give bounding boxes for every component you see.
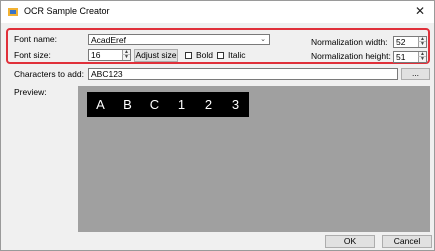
window-title: OCR Sample Creator [24,6,110,16]
font-name-value: AcadEref [91,35,126,45]
spin-down-icon[interactable]: ▼ [418,42,426,47]
close-icon[interactable]: ✕ [415,4,425,18]
characters-value: ABC123 [91,69,123,79]
characters-input[interactable]: ABC123 [88,68,398,80]
font-size-stepper[interactable]: 16 ▲ ▼ [88,49,131,61]
preview-char: 2 [204,97,213,112]
normalization-width-stepper[interactable]: 52 ▲ ▼ [393,36,427,48]
font-name-label: Font name: [14,34,57,44]
bold-label: Bold [196,50,214,60]
normalization-height-label: Normalization height: [311,51,391,61]
font-size-value: 16 [91,50,101,60]
chevron-down-icon[interactable]: ⌄ [260,35,266,45]
normalization-width-label: Normalization width: [311,37,388,47]
characters-label: Characters to add: [14,69,84,79]
preview-panel: A B C 1 2 3 [78,86,430,232]
browse-button[interactable]: ... [401,68,430,80]
italic-checkbox[interactable] [217,52,224,59]
font-size-label: Font size: [14,50,51,60]
bold-checkbox[interactable] [185,52,192,59]
preview-strip: A B C 1 2 3 [87,92,249,117]
app-window: OCR Sample Creator ✕ Font name: AcadEref… [0,0,435,251]
preview-char: 1 [177,97,186,112]
ok-button[interactable]: OK [325,235,375,248]
preview-char: 3 [231,97,240,112]
preview-label: Preview: [14,87,47,97]
spin-down-icon[interactable]: ▼ [418,57,426,62]
preview-char: B [123,97,132,112]
normalization-height-value: 51 [396,52,406,62]
app-icon [8,8,18,16]
cancel-button[interactable]: Cancel [382,235,432,248]
font-name-select[interactable]: AcadEref ⌄ [88,34,270,45]
preview-char: A [96,97,105,112]
normalization-height-stepper[interactable]: 51 ▲ ▼ [393,51,427,63]
spin-down-icon[interactable]: ▼ [122,55,130,60]
title-bar: OCR Sample Creator ✕ [1,1,434,23]
adjust-size-button[interactable]: Adjust size [134,49,178,62]
preview-char: C [149,97,160,112]
normalization-width-value: 52 [396,37,406,47]
italic-label: Italic [228,50,246,60]
